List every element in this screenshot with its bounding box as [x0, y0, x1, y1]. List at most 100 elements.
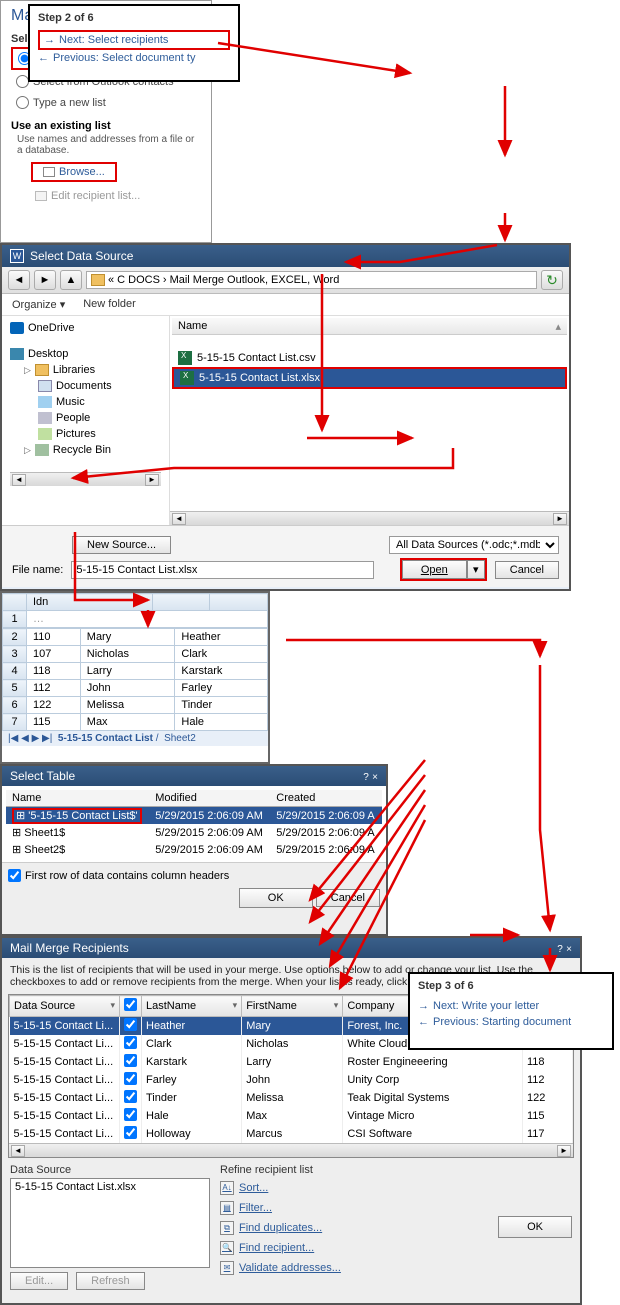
step3-next-link[interactable]: → Next: Write your letter — [418, 998, 604, 1014]
data-source-titlebar[interactable]: W Select Data Source — [2, 245, 569, 267]
first-row-checkbox[interactable]: First row of data contains column header… — [8, 869, 380, 882]
recipient-checkbox[interactable] — [124, 1126, 137, 1139]
use-existing-heading: Use an existing list — [11, 120, 201, 132]
st-row-name[interactable]: ⊞ Sheet1$ — [6, 824, 149, 841]
nav-up-button[interactable]: ▲ — [60, 270, 82, 290]
filename-label: File name: — [12, 564, 63, 576]
step3-prev-link[interactable]: ← Previous: Starting document — [418, 1014, 604, 1030]
step2-prev-link[interactable]: ← Previous: Select document ty — [38, 50, 230, 66]
step3-title: Step 3 of 6 — [418, 980, 604, 992]
radio-new-list[interactable]: Type a new list — [11, 93, 201, 112]
tree-scroll-left[interactable]: ◄ — [12, 474, 26, 486]
recipients-help-icon[interactable]: ? — [557, 944, 563, 955]
rcp-scroll-left[interactable]: ◄ — [11, 1145, 25, 1157]
first-row-checkbox-input[interactable] — [8, 869, 21, 882]
file-list[interactable]: Name ▴ 5-15-15 Contact List.csv 5-15-15 … — [170, 316, 569, 525]
st-row-name[interactable]: ⊞ Sheet2$ — [6, 841, 149, 858]
validate-link[interactable]: ✉Validate addresses... — [220, 1258, 488, 1278]
ds-listbox[interactable]: 5-15-15 Contact List.xlsx — [10, 1178, 210, 1268]
duplicates-icon: ⧉ — [220, 1221, 234, 1235]
new-folder-button[interactable]: New folder — [83, 298, 136, 311]
step2-next-label: Next: Select recipients — [59, 34, 168, 46]
recipient-row[interactable]: 5-15-15 Contact Li...TinderMelissaTeak D… — [10, 1089, 573, 1107]
sheet-nav-first[interactable]: |◀ — [8, 733, 18, 744]
step2-next-link[interactable]: → Next: Select recipients — [38, 30, 230, 50]
open-button[interactable]: Open — [402, 560, 467, 579]
select-table-close-icon[interactable]: × — [372, 772, 378, 783]
nav-path[interactable]: « C DOCS › Mail Merge Outlook, EXCEL, Wo… — [86, 271, 537, 289]
recipient-checkbox[interactable] — [124, 1054, 137, 1067]
recipient-checkbox[interactable] — [124, 1072, 137, 1085]
rcp-scroll-right[interactable]: ► — [557, 1145, 571, 1157]
recipient-checkbox[interactable] — [124, 1090, 137, 1103]
tree-desktop[interactable]: Desktop — [28, 348, 68, 360]
file-item-csv[interactable]: 5-15-15 Contact List.csv — [172, 349, 567, 367]
duplicates-label: Find duplicates... — [239, 1222, 322, 1234]
radio-new-list-input[interactable] — [16, 96, 29, 109]
filter-label: Filter... — [239, 1202, 272, 1214]
filename-input[interactable] — [71, 561, 373, 579]
sheet-tab-sheet2[interactable]: Sheet2 — [164, 733, 196, 744]
nav-refresh-button[interactable]: ↻ — [541, 270, 563, 290]
duplicates-link[interactable]: ⧉ Find duplicates... — [220, 1218, 488, 1238]
find-recipient-link[interactable]: 🔍Find recipient... — [220, 1238, 488, 1258]
tree-people[interactable]: People — [56, 412, 90, 424]
file-item-xlsx[interactable]: 5-15-15 Contact List.xlsx — [172, 367, 567, 389]
sheet-nav-last[interactable]: ▶| — [42, 733, 52, 744]
select-table-help-icon[interactable]: ? — [363, 772, 369, 783]
rcp-check-all[interactable] — [124, 998, 137, 1011]
sheet-nav-prev[interactable]: ◀ — [21, 733, 29, 744]
ds-edit-button: Edit... — [10, 1272, 68, 1290]
st-row-name[interactable]: ⊞ '5-15-15 Contact List$' — [6, 807, 149, 825]
new-source-button[interactable]: New Source... — [72, 536, 171, 554]
sheet-tab-active[interactable]: 5-15-15 Contact List — [58, 733, 153, 744]
organize-menu[interactable]: Organize ▾ — [12, 298, 65, 311]
recipient-row[interactable]: 5-15-15 Contact Li...HollowayMarcusCSI S… — [10, 1125, 573, 1143]
rcp-col-ln[interactable]: LastName — [146, 1000, 196, 1012]
recipients-ok-button[interactable]: OK — [498, 1216, 572, 1238]
sheet-nav-next[interactable]: ▶ — [32, 733, 40, 744]
st-col-modified[interactable]: Modified — [149, 790, 270, 807]
file-col-name[interactable]: Name — [178, 320, 207, 332]
open-dropdown[interactable]: ▾ — [467, 560, 485, 579]
file-type-filter[interactable]: All Data Sources (*.odc;*.mdb;* — [389, 536, 559, 554]
recipient-checkbox[interactable] — [124, 1108, 137, 1121]
people-icon — [38, 412, 52, 424]
file-scroll-right[interactable]: ► — [553, 513, 567, 525]
tree-libraries[interactable]: Libraries — [53, 364, 95, 376]
validate-label: Validate addresses... — [239, 1262, 341, 1274]
recipient-checkbox[interactable] — [124, 1018, 137, 1031]
st-col-name[interactable]: Name — [6, 790, 149, 807]
tree-pictures[interactable]: Pictures — [56, 428, 96, 440]
recipients-close-icon[interactable]: × — [566, 944, 572, 955]
select-table-ok-button[interactable]: OK — [239, 888, 313, 908]
rcp-col-fn[interactable]: FirstName — [246, 1000, 297, 1012]
datasource-cancel-button[interactable]: Cancel — [495, 561, 559, 579]
rcp-col-ds[interactable]: Data Source — [14, 1000, 75, 1012]
nav-fwd-button[interactable]: ► — [34, 270, 56, 290]
data-source-title: Select Data Source — [30, 249, 133, 263]
browse-button[interactable]: Browse... — [31, 162, 117, 182]
step3-panel: Step 3 of 6 → Next: Write your letter ← … — [408, 972, 614, 1050]
tree-onedrive[interactable]: OneDrive — [28, 322, 74, 334]
recipients-titlebar[interactable]: Mail Merge Recipients ? × — [2, 938, 580, 958]
tree-music[interactable]: Music — [56, 396, 85, 408]
sort-link[interactable]: A↓Sort... — [220, 1178, 488, 1198]
tree-documents[interactable]: Documents — [56, 380, 112, 392]
path-seg2: Mail Merge Outlook, EXCEL, Word — [170, 274, 340, 286]
recipient-checkbox[interactable] — [124, 1036, 137, 1049]
st-col-created[interactable]: Created — [270, 790, 382, 807]
select-table-titlebar[interactable]: Select Table ? × — [2, 766, 386, 786]
recipient-row[interactable]: 5-15-15 Contact Li...FarleyJohnUnity Cor… — [10, 1071, 573, 1089]
ds-file-item[interactable]: 5-15-15 Contact List.xlsx — [15, 1181, 205, 1193]
rcp-col-co[interactable]: Company — [347, 1000, 394, 1012]
folder-tree[interactable]: OneDrive Desktop ▷Libraries Documents Mu… — [2, 316, 170, 525]
recipient-row[interactable]: 5-15-15 Contact Li...HaleMaxVintage Micr… — [10, 1107, 573, 1125]
filter-link[interactable]: ▤Filter... — [220, 1198, 488, 1218]
select-table-cancel-button[interactable]: Cancel — [316, 889, 380, 907]
tree-recycle[interactable]: Recycle Bin — [53, 444, 111, 456]
nav-back-button[interactable]: ◄ — [8, 270, 30, 290]
file-scroll-left[interactable]: ◄ — [172, 513, 186, 525]
tree-scroll-right[interactable]: ► — [145, 474, 159, 486]
recipient-row[interactable]: 5-15-15 Contact Li...KarstarkLarryRoster… — [10, 1053, 573, 1071]
